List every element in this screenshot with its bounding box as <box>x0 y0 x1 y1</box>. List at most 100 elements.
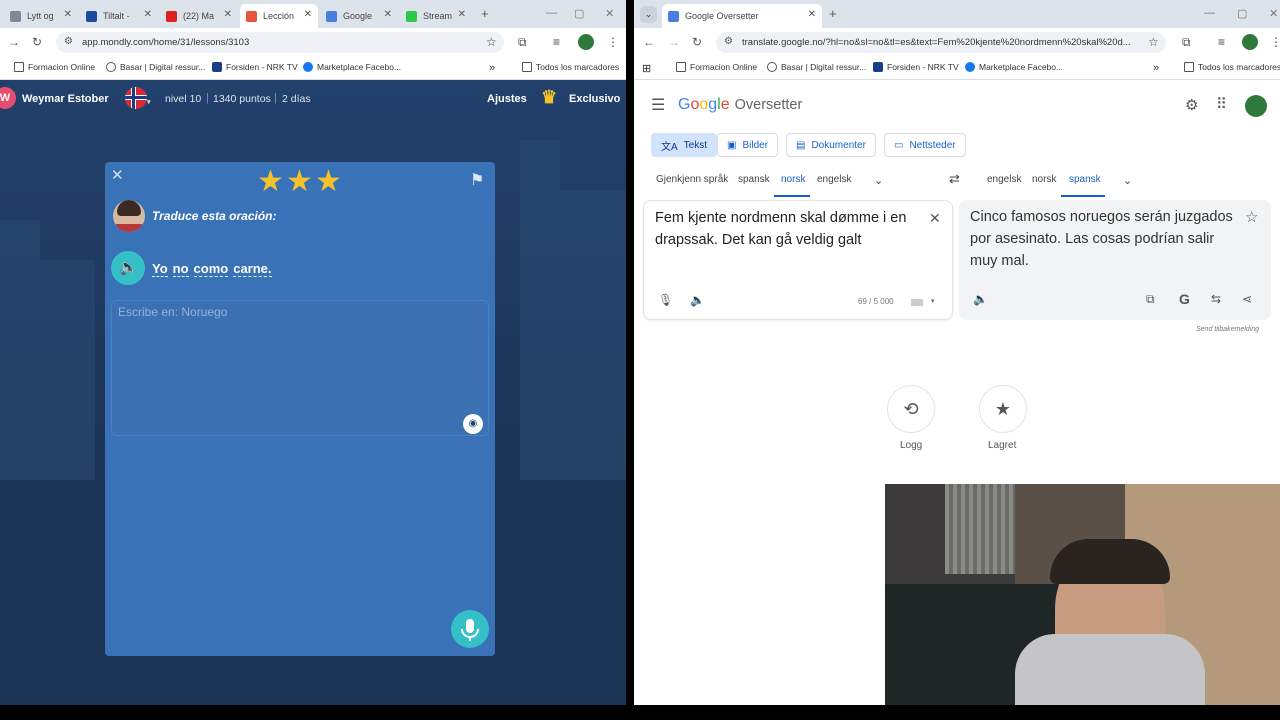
language-dropdown-icon[interactable]: ▾ <box>147 98 151 106</box>
grammarly-icon[interactable]: ◉ <box>463 414 483 434</box>
new-tab-icon[interactable]: + <box>481 6 489 21</box>
back-icon[interactable]: ← <box>643 35 655 49</box>
maximize-icon[interactable]: ▢ <box>1237 7 1247 20</box>
close-tab-icon[interactable]: ✕ <box>64 9 72 20</box>
extensions-icon[interactable]: ⧉ <box>1182 35 1191 50</box>
hamburger-menu-icon[interactable]: ☰ <box>651 95 665 115</box>
target-lang-dropdown-icon[interactable]: ⌄ <box>1123 174 1132 187</box>
keyboard-dropdown-icon[interactable]: ▾ <box>931 297 935 305</box>
speaker-icon[interactable]: 🔈 <box>973 292 988 306</box>
google-apps-icon[interactable]: ⠿ <box>1216 95 1227 113</box>
url-field[interactable]: ⚙ translate.google.no/?hl=no&sl=no&tl=es&… <box>716 32 1166 53</box>
close-lesson-icon[interactable]: ✕ <box>111 166 124 184</box>
all-bookmarks[interactable]: Todos los marcadores <box>522 62 619 72</box>
save-translation-star-icon[interactable]: ☆ <box>1245 208 1258 226</box>
bookmark-item[interactable]: Forsiden - NRK TV <box>212 62 298 72</box>
clear-text-icon[interactable]: ✕ <box>929 210 941 227</box>
close-tab-icon[interactable]: ✕ <box>458 9 466 20</box>
menu-kebab-icon[interactable]: ⋮ <box>1270 35 1280 49</box>
keyboard-icon[interactable] <box>911 299 923 306</box>
google-g-icon[interactable]: G <box>1179 291 1190 307</box>
tab-search-icon[interactable]: ⌄ <box>640 6 657 23</box>
more-bookmarks-icon[interactable]: » <box>489 62 495 74</box>
mode-tekst[interactable]: 文A Tekst <box>651 133 718 157</box>
mode-nettsteder[interactable]: ▭ Nettsteder <box>884 133 966 157</box>
play-audio-button[interactable]: 🔈 <box>111 251 145 285</box>
sentence-word[interactable]: carne. <box>233 261 272 277</box>
maximize-icon[interactable]: ▢ <box>574 7 584 20</box>
source-text-input[interactable]: Fem kjente nordmenn skal dømme i en drap… <box>655 207 925 251</box>
target-lang-norsk[interactable]: norsk <box>1032 174 1056 185</box>
browser-tab-lytt[interactable]: Lytt og ✕ <box>4 4 78 28</box>
profile-avatar[interactable] <box>578 34 594 50</box>
menu-kebab-icon[interactable]: ⋮ <box>607 35 619 49</box>
bookmark-item[interactable]: Basar | Digital ressur... <box>106 62 205 72</box>
mode-bilder[interactable]: ▣ Bilder <box>717 133 779 157</box>
browser-tab-google[interactable]: Google ✕ <box>320 4 398 28</box>
copy-icon[interactable]: ⧉ <box>1146 292 1155 307</box>
minimize-icon[interactable]: — <box>1204 7 1215 19</box>
window-close-icon[interactable]: ✕ <box>605 7 614 20</box>
source-lang-norsk[interactable]: norsk <box>781 174 805 185</box>
site-info-icon[interactable]: ⚙ <box>724 36 733 47</box>
more-bookmarks-icon[interactable]: » <box>1153 62 1159 74</box>
speaker-icon[interactable]: 🔈 <box>690 293 705 307</box>
bookmark-item[interactable]: Marketplace Facebo... <box>303 62 401 72</box>
close-tab-icon[interactable]: ✕ <box>304 9 312 20</box>
bookmark-item[interactable]: Formacion Online <box>676 62 757 72</box>
history-button[interactable]: ⟲ <box>887 385 935 433</box>
profile-avatar[interactable] <box>1242 34 1258 50</box>
reload-icon[interactable]: ↻ <box>32 35 42 49</box>
mode-dokumenter[interactable]: ▤ Dokumenter <box>786 133 876 157</box>
new-tab-icon[interactable]: + <box>829 6 837 21</box>
all-bookmarks[interactable]: Todos los marcadores <box>1184 62 1280 72</box>
microphone-icon[interactable]: 🎙 <box>658 293 673 307</box>
google-logo[interactable]: Google Oversetter <box>678 96 802 115</box>
sentence-word[interactable]: como <box>193 261 229 277</box>
browser-tab-tiltalt[interactable]: Tiltalt - ✕ <box>80 4 158 28</box>
source-lang-detect[interactable]: Gjenkjenn språk <box>656 174 728 185</box>
close-tab-icon[interactable]: ✕ <box>144 9 152 20</box>
url-field[interactable]: ⚙ app.mondly.com/home/31/lessons/3103 ☆ <box>56 32 504 53</box>
site-info-icon[interactable]: ⚙ <box>64 36 73 47</box>
minimize-icon[interactable]: — <box>546 7 557 19</box>
bookmark-item[interactable]: Formacion Online <box>14 62 95 72</box>
swap-languages-icon[interactable]: ⇄ <box>949 171 960 187</box>
forward-icon[interactable]: → <box>8 35 20 49</box>
browser-tab-stream[interactable]: Stream ✕ <box>400 4 472 28</box>
norway-flag-icon[interactable] <box>125 87 147 109</box>
sentence-word[interactable]: Yo <box>152 261 168 277</box>
bookmark-item[interactable]: Marketplace Facebo... <box>965 62 1063 72</box>
send-feedback-link[interactable]: Send tilbakemelding <box>1196 326 1259 333</box>
close-tab-icon[interactable]: ✕ <box>808 9 816 20</box>
answer-input[interactable]: Escribe en: Noruego ◉ <box>111 300 489 436</box>
target-lang-spansk[interactable]: spansk <box>1069 174 1101 185</box>
user-avatar[interactable]: W <box>0 87 16 109</box>
forward-icon[interactable]: → <box>668 35 680 49</box>
premium-link[interactable]: Exclusivo <box>569 93 620 105</box>
account-avatar[interactable] <box>1245 95 1267 117</box>
bookmark-star-icon[interactable]: ☆ <box>1148 35 1159 49</box>
reload-icon[interactable]: ↻ <box>692 35 702 49</box>
source-lang-engelsk[interactable]: engelsk <box>817 174 851 185</box>
user-name[interactable]: Weymar Estober <box>22 93 109 105</box>
share-icon[interactable]: ⋖ <box>1242 292 1252 306</box>
close-tab-icon[interactable]: ✕ <box>384 9 392 20</box>
settings-gear-icon[interactable]: ⚙ <box>1185 96 1198 114</box>
close-tab-icon[interactable]: ✕ <box>224 9 232 20</box>
report-flag-icon[interactable]: ⚑ <box>470 170 484 190</box>
target-lang-engelsk[interactable]: engelsk <box>987 174 1021 185</box>
settings-link[interactable]: Ajustes <box>487 93 527 105</box>
source-lang-dropdown-icon[interactable]: ⌄ <box>874 174 883 187</box>
bookmark-star-icon[interactable]: ☆ <box>486 35 497 49</box>
browser-tab-youtube[interactable]: (22) Ma ✕ <box>160 4 238 28</box>
sentence-word[interactable]: no <box>172 261 189 277</box>
microphone-button[interactable] <box>451 610 489 648</box>
reading-list-icon[interactable]: ≡ <box>1218 35 1225 49</box>
saved-button[interactable]: ★ <box>979 385 1027 433</box>
browser-tab-google-oversetter[interactable]: Google Oversetter ✕ <box>662 4 822 28</box>
source-lang-spansk[interactable]: spansk <box>738 174 770 185</box>
bookmark-item[interactable]: Basar | Digital ressur... <box>767 62 866 72</box>
window-close-icon[interactable]: ✕ <box>1269 7 1278 20</box>
bookmark-item[interactable]: Forsiden - NRK TV <box>873 62 959 72</box>
